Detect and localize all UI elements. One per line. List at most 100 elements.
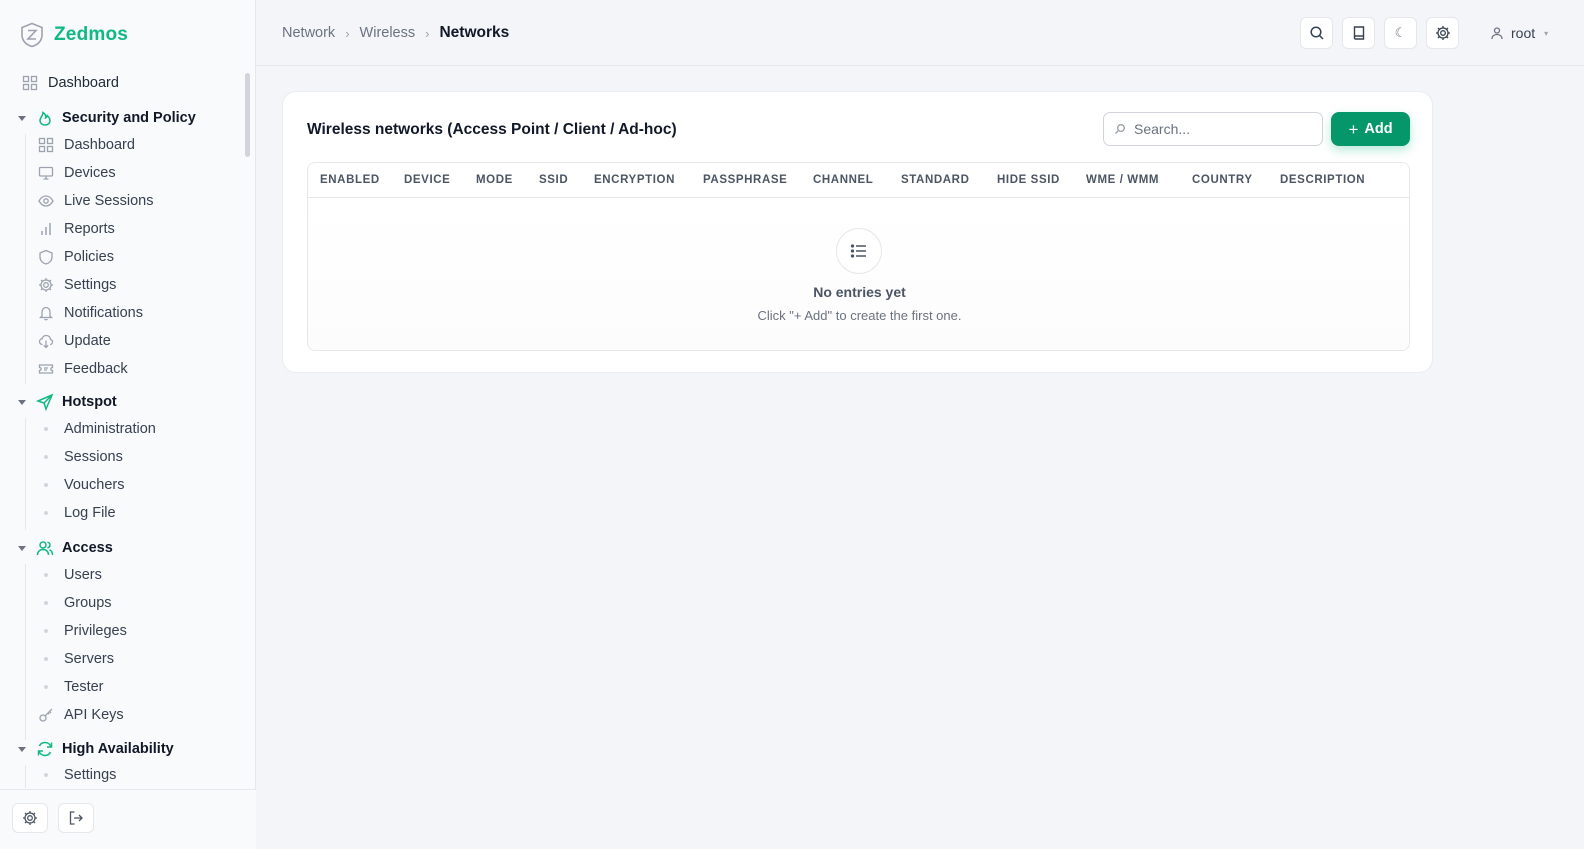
column-header-description[interactable]: DESCRIPTION (1280, 174, 1365, 186)
tree-line (25, 134, 26, 384)
sidebar-item-sp-dashboard[interactable]: Dashboard (38, 137, 135, 153)
gear-icon (1435, 26, 1450, 40)
brand-name: Zedmos (54, 24, 129, 45)
sidebar-group-access[interactable]: Access (18, 539, 113, 557)
sidebar-item-label: Servers (64, 651, 114, 667)
bell-icon (38, 305, 54, 321)
brand[interactable]: Zedmos (20, 22, 128, 48)
sidebar-item-label: Settings (64, 277, 117, 293)
sidebar-item-groups[interactable]: Groups (38, 595, 112, 611)
sidebar-group-security-and-policy[interactable]: Security and Policy (18, 109, 196, 127)
column-header-enabled[interactable]: ENABLED (320, 174, 380, 186)
tree-line (25, 564, 26, 740)
column-header-channel[interactable]: CHANNEL (813, 174, 873, 186)
user-menu[interactable]: root ▾ (1490, 25, 1548, 41)
sidebar-group-high-availability[interactable]: High Availability (18, 740, 174, 758)
empty-state: No entries yet Click "+ Add" to create t… (308, 199, 1409, 350)
user-icon (1491, 27, 1503, 40)
gear-icon (38, 277, 54, 293)
group-label: Access (62, 540, 113, 556)
sidebar-item-policies[interactable]: Policies (38, 249, 114, 265)
sidebar-item-api-keys[interactable]: API Keys (38, 707, 124, 723)
caret-down-icon (18, 746, 26, 752)
moon-icon: ☾ (1394, 25, 1407, 40)
column-header-hide-ssid[interactable]: HIDE SSID (997, 174, 1060, 186)
theme-toggle-button[interactable]: ☾ (1384, 17, 1417, 49)
add-button-label: Add (1364, 121, 1393, 137)
breadcrumb-wireless[interactable]: Wireless (360, 25, 416, 41)
logout-icon (69, 811, 83, 825)
sidebar-item-settings[interactable]: Settings (38, 277, 116, 293)
sidebar-item-reports[interactable]: Reports (38, 221, 115, 237)
search-icon (1115, 124, 1125, 134)
sidebar-item-label: Policies (64, 249, 114, 265)
tree-line (25, 765, 26, 788)
sidebar-item-feedback[interactable]: Feedback (38, 361, 128, 377)
group-label: High Availability (62, 741, 174, 757)
tree-line (25, 418, 26, 530)
sidebar-item-log-file[interactable]: Log File (38, 505, 116, 521)
sidebar-item-label: Log File (64, 505, 116, 521)
bullet-icon (38, 449, 54, 465)
monitor-icon (38, 165, 54, 181)
logout-button[interactable] (58, 803, 94, 833)
card-title: Wireless networks (Access Point / Client… (307, 121, 677, 138)
sidebar-item-devices[interactable]: Devices (38, 165, 116, 181)
sidebar-item-label: Devices (64, 165, 116, 181)
ticket-icon (38, 361, 54, 377)
sidebar-item-tester[interactable]: Tester (38, 679, 104, 695)
breadcrumb: Network › Wireless › Networks (282, 24, 509, 42)
bullet-icon (38, 567, 54, 583)
refresh-icon (36, 740, 54, 758)
top-bar: Network › Wireless › Networks ☾ root ▾ (256, 0, 1584, 66)
add-button[interactable]: + Add (1331, 112, 1410, 146)
sidebar-item-dashboard[interactable]: Dashboard (22, 75, 119, 91)
grid-icon (38, 137, 54, 153)
sidebar-item-privileges[interactable]: Privileges (38, 623, 127, 639)
bullet-icon (38, 421, 54, 437)
sidebar-item-notifications[interactable]: Notifications (38, 305, 143, 321)
sidebar-item-label: Vouchers (64, 477, 125, 493)
column-header-device[interactable]: DEVICE (404, 174, 450, 186)
docs-button[interactable] (1342, 17, 1375, 49)
column-header-passphrase[interactable]: PASSPHRASE (703, 174, 787, 186)
caret-down-icon (18, 545, 26, 551)
column-header-standard[interactable]: STANDARD (901, 174, 969, 186)
search-icon (1309, 26, 1324, 40)
caret-down-icon: ▾ (1544, 28, 1549, 38)
search-input[interactable] (1134, 121, 1314, 137)
sidebar-group-hotspot[interactable]: Hotspot (18, 393, 117, 411)
column-header-wme-wmm[interactable]: WME / WMM (1086, 174, 1159, 186)
empty-state-subtitle: Click "+ Add" to create the first one. (757, 308, 962, 323)
column-header-encryption[interactable]: ENCRYPTION (594, 174, 675, 186)
sidebar-item-users[interactable]: Users (38, 567, 102, 583)
table-header: ENABLED DEVICE MODE SSID ENCRYPTION PASS… (308, 163, 1409, 198)
search-button[interactable] (1300, 17, 1333, 49)
sidebar-item-sessions[interactable]: Sessions (38, 449, 123, 465)
sidebar-item-vouchers[interactable]: Vouchers (38, 477, 124, 493)
search-box[interactable] (1103, 112, 1323, 146)
bullet-icon (38, 595, 54, 611)
sidebar-footer (0, 789, 256, 849)
sidebar-item-label: Sessions (64, 449, 123, 465)
sidebar-item-label: Privileges (64, 623, 127, 639)
column-header-mode[interactable]: MODE (476, 174, 513, 186)
settings-button[interactable] (1426, 17, 1459, 49)
sidebar-item-servers[interactable]: Servers (38, 651, 114, 667)
cloud-download-icon (38, 333, 54, 349)
users-icon (36, 539, 54, 557)
sidebar-item-ha-settings[interactable]: Settings (38, 767, 116, 783)
sidebar-item-update[interactable]: Update (38, 333, 111, 349)
sidebar-item-administration[interactable]: Administration (38, 421, 156, 437)
book-icon (1353, 26, 1364, 40)
column-header-ssid[interactable]: SSID (539, 174, 568, 186)
username: root (1511, 25, 1536, 41)
list-icon (836, 228, 882, 274)
wireless-networks-card: Wireless networks (Access Point / Client… (282, 91, 1433, 373)
key-icon (38, 707, 54, 723)
breadcrumb-network[interactable]: Network (282, 25, 335, 41)
sidebar-item-live-sessions[interactable]: Live Sessions (38, 193, 153, 209)
column-header-country[interactable]: COUNTRY (1192, 174, 1253, 186)
breadcrumb-current: Networks (439, 24, 510, 41)
settings-button[interactable] (12, 803, 48, 833)
